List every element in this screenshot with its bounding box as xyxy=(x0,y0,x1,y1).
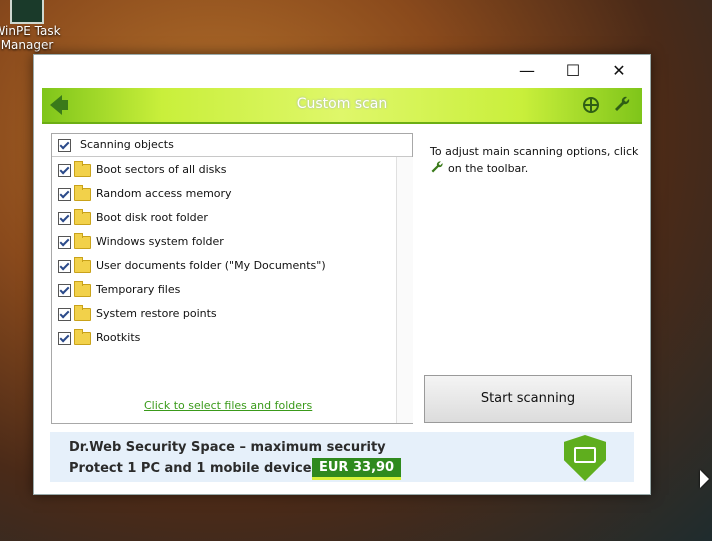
wrench-icon[interactable] xyxy=(613,95,631,113)
item-checkbox[interactable] xyxy=(58,188,71,201)
item-label: Temporary files xyxy=(96,283,181,296)
toolbar: Custom scan xyxy=(42,88,642,124)
hint-line-2-row: on the toolbar. xyxy=(430,160,640,177)
minimize-button[interactable]: — xyxy=(504,55,550,85)
folder-icon xyxy=(74,161,91,177)
select-files-link[interactable]: Click to select files and folders xyxy=(144,399,312,412)
toolbar-title: Custom scan xyxy=(296,96,388,112)
desktop-icon-task-manager[interactable]: WinPE Task Manager xyxy=(0,0,62,52)
scanning-objects-panel: Scanning objects Boot sectors of all dis… xyxy=(51,133,413,424)
globe-icon[interactable] xyxy=(583,97,599,113)
folder-icon xyxy=(74,305,91,321)
folder-icon xyxy=(74,329,91,345)
wrench-icon xyxy=(431,161,443,173)
list-item[interactable]: Temporary files xyxy=(52,281,396,306)
price-badge[interactable]: EUR 33,90 xyxy=(312,458,402,480)
close-button[interactable]: ✕ xyxy=(596,55,642,85)
promo-banner[interactable]: Dr.Web Security Space – maximum security… xyxy=(50,432,634,482)
item-checkbox[interactable] xyxy=(58,236,71,249)
folder-icon xyxy=(74,209,91,225)
list-item[interactable]: Boot disk root folder xyxy=(52,209,396,234)
title-bar: — ☐ ✕ xyxy=(34,55,650,85)
panel-header-label: Scanning objects xyxy=(80,138,174,151)
item-checkbox[interactable] xyxy=(58,212,71,225)
list-item[interactable]: System restore points xyxy=(52,305,396,330)
desktop-icon-label: WinPE Task Manager xyxy=(0,24,61,52)
item-label: Boot disk root folder xyxy=(96,211,208,224)
item-label: System restore points xyxy=(96,307,217,320)
banner-offer: Protect 1 PC and 1 mobile device for xyxy=(69,461,338,476)
toolbar-hint: To adjust main scanning options, click o… xyxy=(430,143,640,177)
maximize-button[interactable]: ☐ xyxy=(550,55,596,85)
item-label: User documents folder ("My Documents") xyxy=(96,259,326,272)
banner-headline: Dr.Web Security Space – maximum security xyxy=(69,440,386,455)
item-label: Windows system folder xyxy=(96,235,224,248)
start-scanning-button[interactable]: Start scanning xyxy=(424,375,632,423)
folder-icon xyxy=(74,185,91,201)
list-item[interactable]: User documents folder ("My Documents") xyxy=(52,257,396,282)
mouse-cursor-icon xyxy=(700,470,709,488)
item-label: Boot sectors of all disks xyxy=(96,163,227,176)
folder-icon xyxy=(74,257,91,273)
panel-header: Scanning objects xyxy=(52,134,412,157)
item-checkbox[interactable] xyxy=(58,164,71,177)
item-checkbox[interactable] xyxy=(58,308,71,321)
hint-line-2: on the toolbar. xyxy=(448,162,529,175)
list-item[interactable]: Rootkits xyxy=(52,329,396,354)
folder-icon xyxy=(74,233,91,249)
list-item[interactable]: Windows system folder xyxy=(52,233,396,258)
drweb-window: — ☐ ✕ Custom scan Scanning objects Boot … xyxy=(33,54,651,495)
list-item[interactable]: Boot sectors of all disks xyxy=(52,161,396,186)
item-label: Rootkits xyxy=(96,331,141,344)
shield-device-icon xyxy=(564,435,606,481)
folder-icon xyxy=(74,281,91,297)
list-item[interactable]: Random access memory xyxy=(52,185,396,210)
item-label: Random access memory xyxy=(96,187,232,200)
item-checkbox[interactable] xyxy=(58,260,71,273)
item-checkbox[interactable] xyxy=(58,284,71,297)
monitor-icon xyxy=(10,0,44,24)
item-checkbox[interactable] xyxy=(58,332,71,345)
list-scrollbar[interactable] xyxy=(396,157,413,423)
hint-line-1: To adjust main scanning options, click xyxy=(430,145,639,158)
select-all-checkbox[interactable] xyxy=(58,139,71,152)
